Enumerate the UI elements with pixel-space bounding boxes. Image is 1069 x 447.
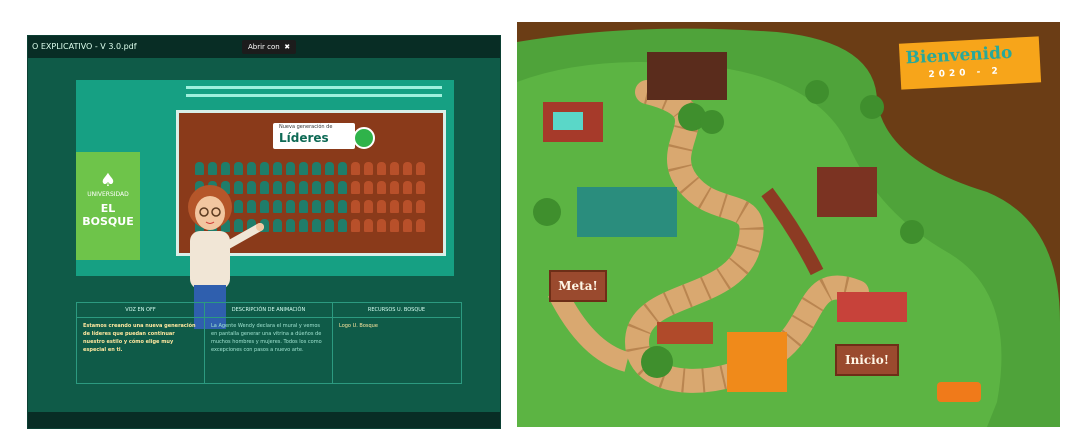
crowd-figure — [299, 200, 308, 213]
table-cell: Logo U. Bosque — [339, 323, 378, 329]
info-table: VOZ EN OFF Estamos creando una nueva gen… — [76, 302, 462, 384]
logo-line2: EL BOSQUE — [82, 202, 134, 228]
crowd-figure — [364, 181, 373, 194]
welcome-banner: Bienvenido 2020 - 2 — [898, 36, 1042, 90]
crowd-figure — [299, 219, 308, 232]
crowd-figure — [377, 219, 386, 232]
table-header: VOZ EN OFF — [77, 303, 204, 318]
crowd-figure — [364, 162, 373, 175]
crowd-figure — [338, 200, 347, 213]
table-column: DESCRIPCIÓN DE ANIMACIÓN La Agente Wendy… — [205, 303, 333, 383]
crowd-figure — [338, 181, 347, 194]
crowd-figure — [286, 219, 295, 232]
crowd-figure — [312, 162, 321, 175]
crowd-figure — [416, 219, 425, 232]
close-icon[interactable]: ✖ — [282, 43, 290, 51]
crowd-figure — [325, 181, 334, 194]
crowd-figure — [377, 162, 386, 175]
slide-stripe — [186, 94, 442, 97]
crowd-figure — [364, 200, 373, 213]
table-cell: Estamos creando una nueva generación de … — [83, 323, 196, 353]
crowd-figure — [312, 219, 321, 232]
crowd-figure — [208, 162, 217, 175]
open-with-button[interactable]: Abrir con ✖ — [242, 40, 297, 54]
meta-sign: Meta! — [549, 270, 607, 302]
crowd-figure — [338, 219, 347, 232]
pdf-viewer: O EXPLICATIVO - V 3.0.pdf Abrir con ✖ ♠ … — [27, 35, 501, 429]
crowd-figure — [390, 219, 399, 232]
crowd-figure — [195, 162, 204, 175]
crowd-figure — [286, 200, 295, 213]
crowd-figure — [403, 219, 412, 232]
crowd-figure — [299, 162, 308, 175]
viewer-bottom-bar — [28, 412, 500, 428]
university-logo-panel: ♠ UNIVERSIDAD EL BOSQUE — [76, 152, 140, 260]
crowd-figure — [351, 162, 360, 175]
slide-stripe — [186, 86, 442, 89]
crowd-figure — [377, 200, 386, 213]
inicio-sign: Inicio! — [835, 344, 899, 376]
table-header: RECURSOS U. BOSQUE — [333, 303, 460, 318]
crowd-figure — [247, 162, 256, 175]
crowd-figure — [390, 162, 399, 175]
lideres-sign: Nueva generación de Líderes — [273, 123, 375, 149]
crowd-figure — [312, 181, 321, 194]
crowd-figure — [403, 181, 412, 194]
crowd-figure — [351, 200, 360, 213]
crowd-figure — [325, 219, 334, 232]
table-cell: La Agente Wendy declara el mural y vemos… — [211, 323, 322, 353]
table-header: DESCRIPCIÓN DE ANIMACIÓN — [205, 303, 332, 318]
crowd-figure — [273, 181, 282, 194]
crowd-figure — [286, 181, 295, 194]
crowd-figure — [351, 181, 360, 194]
crowd-figure — [260, 162, 269, 175]
crowd-figure — [403, 162, 412, 175]
crowd-figure — [325, 200, 334, 213]
file-name: O EXPLICATIVO - V 3.0.pdf — [32, 42, 137, 51]
crowd-figure — [234, 162, 243, 175]
crowd-figure — [390, 181, 399, 194]
crowd-figure — [390, 200, 399, 213]
crowd-figure — [286, 162, 295, 175]
welcome-year: 2020 - 2 — [928, 66, 1003, 81]
open-with-label: Abrir con — [248, 43, 280, 51]
game-board: Bienvenido 2020 - 2 Meta! Inicio! — [517, 22, 1060, 427]
crowd-figure — [273, 219, 282, 232]
crowd-figure — [364, 219, 373, 232]
pdf-preview-panel: O EXPLICATIVO - V 3.0.pdf Abrir con ✖ ♠ … — [0, 0, 514, 447]
table-column: VOZ EN OFF Estamos creando una nueva gen… — [77, 303, 205, 383]
crowd-figure — [325, 162, 334, 175]
table-column: RECURSOS U. BOSQUE Logo U. Bosque — [333, 303, 460, 383]
logo-line1: UNIVERSIDAD — [87, 191, 129, 198]
crowd-figure — [416, 200, 425, 213]
slide-frame: ♠ UNIVERSIDAD EL BOSQUE Nueva generación… — [76, 80, 454, 329]
crowd-figure — [351, 219, 360, 232]
crowd-figure — [338, 162, 347, 175]
crowd-figure — [299, 181, 308, 194]
crowd-figure — [273, 200, 282, 213]
tree-logo-icon: ♠ — [99, 170, 117, 191]
crowd-figure — [416, 162, 425, 175]
crowd-figure — [403, 200, 412, 213]
crowd-figure — [312, 200, 321, 213]
viewer-toolbar: O EXPLICATIVO - V 3.0.pdf Abrir con ✖ — [28, 36, 500, 58]
crowd-figure — [377, 181, 386, 194]
welcome-title: Bienvenido — [905, 42, 1013, 69]
board-game-panel: Bienvenido 2020 - 2 Meta! Inicio! — [514, 0, 1069, 447]
crowd-figure — [273, 162, 282, 175]
lightbulb-icon — [353, 127, 375, 149]
lideres-small-text: Nueva generación de — [279, 124, 333, 130]
lideres-title: Líderes — [279, 131, 329, 145]
crowd-figure — [221, 162, 230, 175]
crowd-figure — [416, 181, 425, 194]
